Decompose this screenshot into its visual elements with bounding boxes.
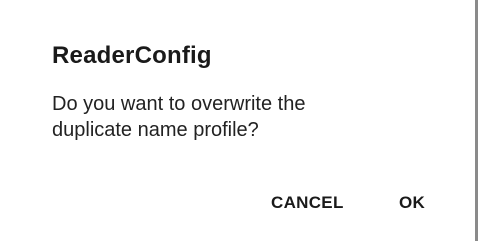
dialog-title: ReaderConfig [52, 42, 212, 69]
confirm-overwrite-dialog: ReaderConfig Do you want to overwrite th… [0, 0, 478, 241]
ok-button[interactable]: OK [399, 189, 425, 217]
dialog-message-line-1: Do you want to overwrite the [52, 93, 306, 115]
dialog-message-line-2: duplicate name profile? [52, 119, 259, 141]
dialog-actions: CANCEL OK [0, 189, 475, 219]
dialog-message: Do you want to overwrite the duplicate n… [52, 91, 412, 143]
cancel-button[interactable]: CANCEL [271, 189, 344, 217]
